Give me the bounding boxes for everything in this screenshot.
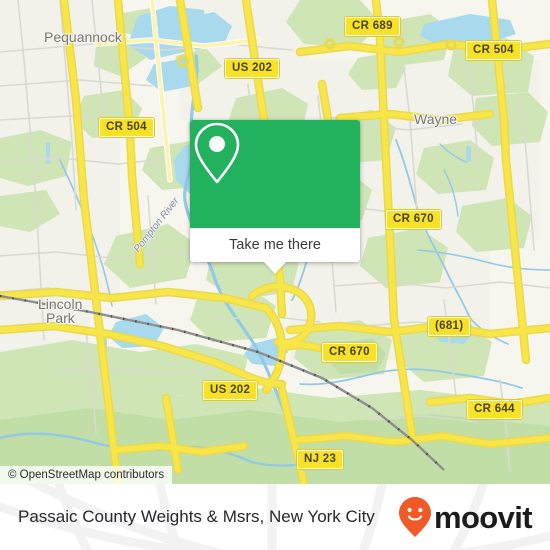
take-me-there-button[interactable]: Take me there: [229, 237, 321, 253]
osm-attribution[interactable]: © OpenStreetMap contributors: [0, 466, 173, 484]
highway-shield-681: (681): [426, 316, 472, 337]
map-screenshot: Pequannock Wayne Lincoln Park Pompton Ri…: [0, 0, 550, 550]
footer-bar: Passaic County Weights & Msrs, New York …: [0, 484, 550, 550]
location-pin-icon: [194, 122, 240, 184]
highway-shield-cr-644: CR 644: [466, 399, 523, 420]
highway-shield-cr-670-north: CR 670: [385, 209, 442, 230]
popup-action-bar[interactable]: Take me there: [190, 228, 360, 262]
highway-shield-nj-23: NJ 23: [295, 449, 345, 470]
highway-shield-cr-504-west: CR 504: [98, 117, 155, 138]
moovit-pin-icon: [398, 497, 431, 537]
highway-shield-cr-504-north: CR 504: [465, 40, 522, 61]
location-popup-card[interactable]: Take me there: [190, 120, 360, 274]
highway-shield-us-202-north: US 202: [223, 58, 281, 79]
map-canvas[interactable]: Pequannock Wayne Lincoln Park Pompton Ri…: [0, 0, 550, 484]
highway-shield-us-202-south: US 202: [201, 380, 259, 401]
popup-pointer-tail: [264, 262, 286, 274]
highway-shield-cr-689: CR 689: [344, 16, 401, 37]
page-title: Passaic County Weights & Msrs, New York …: [18, 507, 375, 526]
moovit-brand[interactable]: moovit: [398, 484, 533, 550]
highway-shield-cr-670-south: CR 670: [321, 342, 378, 363]
popup-header: [190, 120, 360, 228]
moovit-wordmark: moovit: [433, 499, 533, 535]
